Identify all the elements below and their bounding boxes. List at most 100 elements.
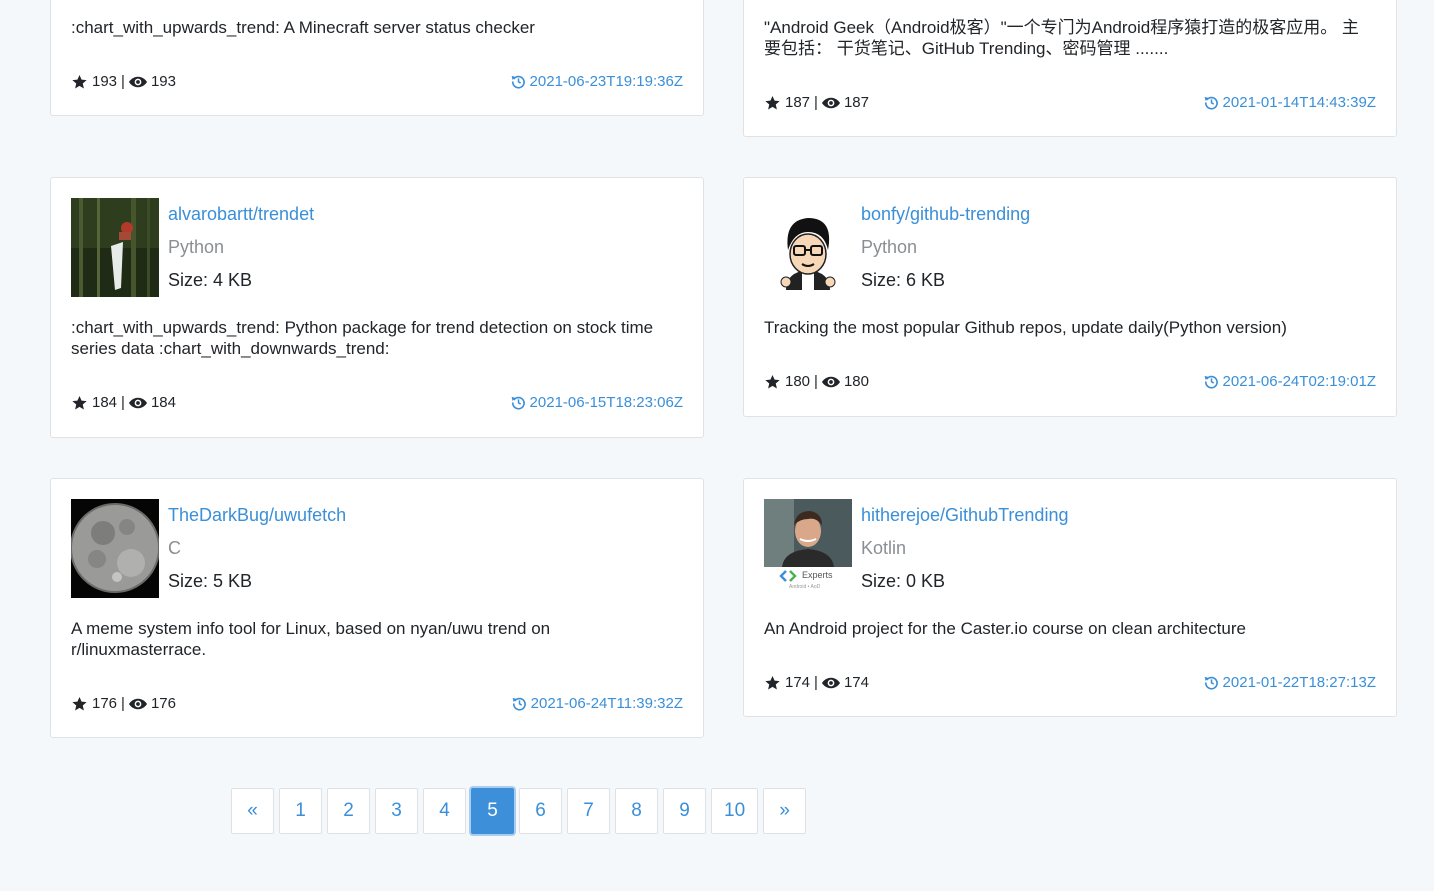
star-icon: [765, 374, 780, 389]
repo-card: bonfy/github-trending Python Size: 6 KB …: [743, 177, 1397, 417]
history-icon: [512, 697, 526, 711]
star-count: 174: [785, 674, 811, 691]
star-icon: [72, 395, 87, 410]
star-icon: [765, 95, 780, 110]
repo-stats: 176 | 176: [71, 695, 176, 712]
page-10-link[interactable]: 10: [711, 788, 759, 834]
stats-separator: |: [814, 373, 818, 390]
pagination: « 1 2 3 4 5 6 7 8 9 10 »: [231, 788, 807, 834]
stats-separator: |: [814, 94, 818, 111]
watcher-count: 176: [150, 695, 176, 712]
updated-link[interactable]: 2021-01-22T18:27:13Z: [1204, 674, 1376, 691]
stats-separator: |: [814, 674, 818, 691]
stats-separator: |: [121, 73, 125, 90]
star-count: 193: [92, 73, 118, 90]
repo-avatar[interactable]: [71, 499, 159, 598]
eye-icon: [821, 97, 840, 108]
repo-meta: alvarobartt/trendet Python Size: 4 KB: [168, 203, 314, 291]
repo-size: Size: 6 KB: [861, 270, 946, 290]
page-3-link[interactable]: 3: [375, 788, 418, 834]
repo-description: Tracking the most popular Github repos, …: [764, 318, 1287, 337]
repo-description: :chart_with_upwards_trend: Python packag…: [71, 318, 654, 358]
repo-card: "Android Geek（Android极客）"一个专门为Android程序猿…: [743, 0, 1397, 137]
page-5-link-current[interactable]: 5: [471, 788, 514, 834]
repo-name-link[interactable]: bonfy/github-trending: [861, 203, 1030, 225]
history-icon: [1204, 96, 1218, 110]
updated-link[interactable]: 2021-06-15T18:23:06Z: [511, 394, 683, 411]
watcher-count: 193: [150, 73, 176, 90]
page-prev-button[interactable]: «: [231, 788, 274, 834]
history-icon: [1204, 375, 1218, 389]
page-1-link[interactable]: 1: [279, 788, 322, 834]
repo-stats: 184 | 184: [71, 394, 176, 411]
repo-card: Experts Android • AoD hitherejoe/GithubT…: [743, 478, 1397, 717]
repo-meta: TheDarkBug/uwufetch C Size: 5 KB: [168, 504, 346, 592]
updated-date: 2021-06-24T11:39:32Z: [530, 695, 683, 712]
star-icon: [765, 675, 780, 690]
repo-stats: 180 | 180: [764, 373, 869, 390]
repo-description: A meme system info tool for Linux, based…: [71, 619, 551, 659]
avatar-caption: Experts: [802, 570, 833, 580]
page-4-link[interactable]: 4: [423, 788, 466, 834]
history-icon: [511, 75, 525, 89]
page-7-link[interactable]: 7: [567, 788, 610, 834]
updated-link[interactable]: 2021-06-23T19:19:36Z: [511, 73, 683, 90]
page-2-link[interactable]: 2: [327, 788, 370, 834]
eye-icon: [821, 677, 840, 688]
page-next-button[interactable]: »: [763, 788, 807, 834]
page-9-link[interactable]: 9: [663, 788, 706, 834]
repo-avatar[interactable]: [764, 198, 852, 297]
updated-link[interactable]: 2021-01-14T14:43:39Z: [1204, 94, 1376, 111]
repo-name-link[interactable]: hitherejoe/GithubTrending: [861, 504, 1068, 526]
eye-icon: [821, 376, 840, 387]
history-icon: [511, 396, 525, 410]
stats-separator: |: [121, 695, 125, 712]
page-6-link[interactable]: 6: [519, 788, 562, 834]
updated-date: 2021-01-14T14:43:39Z: [1222, 94, 1376, 111]
star-count: 187: [785, 94, 811, 111]
repo-description: An Android project for the Caster.io cou…: [764, 619, 1246, 638]
repo-language: Kotlin: [861, 538, 907, 558]
repo-avatar[interactable]: [71, 198, 159, 297]
repo-name-link[interactable]: alvarobartt/trendet: [168, 203, 314, 225]
star-count: 176: [92, 695, 118, 712]
repo-stats: 193 | 193: [71, 73, 176, 90]
repo-size: Size: 5 KB: [168, 571, 253, 591]
repo-stats: 174 | 174: [764, 674, 869, 691]
repo-avatar[interactable]: Experts Android • AoD: [764, 499, 852, 598]
repo-description: "Android Geek（Android极客）"一个专门为Android程序猿…: [764, 18, 1359, 58]
repo-meta: bonfy/github-trending Python Size: 6 KB: [861, 203, 1030, 291]
page-8-link[interactable]: 8: [615, 788, 658, 834]
star-count: 184: [92, 394, 118, 411]
avatar-subcaption: Android • AoD: [789, 584, 821, 590]
watcher-count: 180: [843, 373, 869, 390]
watcher-count: 184: [150, 394, 176, 411]
repo-language: Python: [168, 237, 225, 257]
repo-card: :chart_with_upwards_trend: A Minecraft s…: [50, 0, 704, 116]
repo-card: alvarobartt/trendet Python Size: 4 KB :c…: [50, 177, 704, 438]
star-icon: [72, 696, 87, 711]
eye-icon: [128, 698, 147, 709]
eye-icon: [128, 397, 147, 408]
updated-link[interactable]: 2021-06-24T11:39:32Z: [512, 695, 683, 712]
stats-separator: |: [121, 394, 125, 411]
repo-description: :chart_with_upwards_trend: A Minecraft s…: [71, 18, 535, 37]
updated-date: 2021-01-22T18:27:13Z: [1222, 674, 1376, 691]
history-icon: [1204, 676, 1218, 690]
updated-date: 2021-06-15T18:23:06Z: [529, 394, 683, 411]
eye-icon: [128, 76, 147, 87]
repo-size: Size: 0 KB: [861, 571, 946, 591]
repo-stats: 187 | 187: [764, 94, 869, 111]
watcher-count: 174: [843, 674, 869, 691]
repo-card: TheDarkBug/uwufetch C Size: 5 KB A meme …: [50, 478, 704, 738]
updated-link[interactable]: 2021-06-24T02:19:01Z: [1204, 373, 1376, 390]
repo-language: Python: [861, 237, 918, 257]
updated-date: 2021-06-23T19:19:36Z: [529, 73, 683, 90]
repo-language: C: [168, 538, 181, 558]
repo-meta: hitherejoe/GithubTrending Kotlin Size: 0…: [861, 504, 1068, 592]
star-count: 180: [785, 373, 811, 390]
repo-name-link[interactable]: TheDarkBug/uwufetch: [168, 504, 346, 526]
updated-date: 2021-06-24T02:19:01Z: [1222, 373, 1376, 390]
watcher-count: 187: [843, 94, 869, 111]
repo-size: Size: 4 KB: [168, 270, 253, 290]
